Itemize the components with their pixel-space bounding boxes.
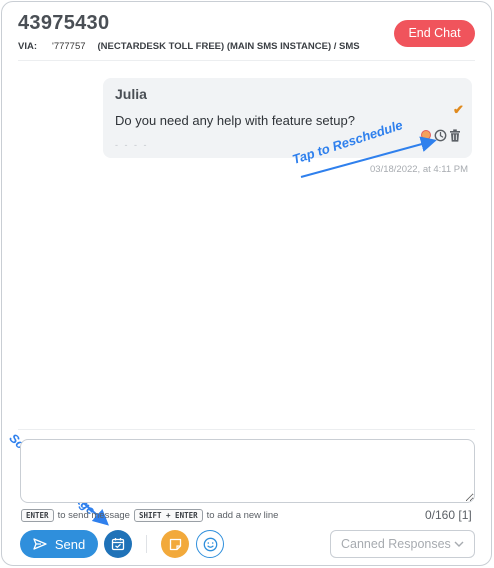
chevron-down-icon [454, 541, 464, 547]
emoji-picker-button[interactable] [196, 530, 224, 558]
canned-responses-label: Canned Responses [341, 537, 451, 551]
keyboard-hints: ENTER to send message SHIFT + ENTER to add … [21, 509, 282, 522]
via-number: '777757 [52, 41, 86, 52]
composer-divider [18, 429, 475, 430]
via-label: VIA: [18, 41, 37, 52]
message-input[interactable] [20, 439, 475, 503]
trash-icon[interactable] [449, 129, 461, 142]
canned-responses-dropdown[interactable]: Canned Responses [330, 530, 475, 558]
send-button[interactable]: Send [20, 530, 98, 558]
enter-hint-text: to send message [57, 510, 130, 521]
send-label: Send [54, 536, 86, 552]
shift-enter-key-hint: SHIFT + ENTER [133, 509, 203, 522]
conversation-id: 43975430 [18, 12, 110, 34]
sticky-note-icon [169, 538, 181, 550]
shift-enter-hint-text: to add a new line [206, 510, 279, 521]
emoji-reaction-icon[interactable] [421, 130, 431, 140]
header-divider [18, 60, 475, 61]
character-count: 0/160 [1] [425, 508, 472, 522]
message-placeholder-dots: - - - - [115, 140, 149, 150]
end-chat-button[interactable]: End Chat [394, 20, 475, 47]
via-channel: (NECTARDESK TOLL FREE) (MAIN SMS INSTANC… [97, 41, 360, 52]
note-button[interactable] [161, 530, 189, 558]
send-icon [33, 538, 47, 550]
chat-panel: 43975430 VIA: '777757 (NECTARDESK TOLL FRE… [1, 1, 492, 566]
message-timestamp: 03/18/2022, at 4:11 PM [370, 164, 469, 175]
message-bubble: Julia Do you need any help with feature … [103, 78, 472, 158]
reschedule-clock-icon[interactable] [434, 129, 447, 142]
via-line: VIA: '777757 (NECTARDESK TOLL FREE) (MAIN … [18, 41, 360, 52]
enter-key-hint: ENTER [21, 509, 54, 522]
toolbar-separator [146, 535, 147, 553]
calendar-icon [111, 538, 125, 551]
message-text: Do you need any help with feature setup? [115, 113, 355, 128]
schedule-message-button[interactable] [104, 530, 132, 558]
smiley-icon [203, 537, 217, 551]
message-sender: Julia [115, 86, 147, 102]
sent-check-icon: ✔ [453, 102, 464, 117]
